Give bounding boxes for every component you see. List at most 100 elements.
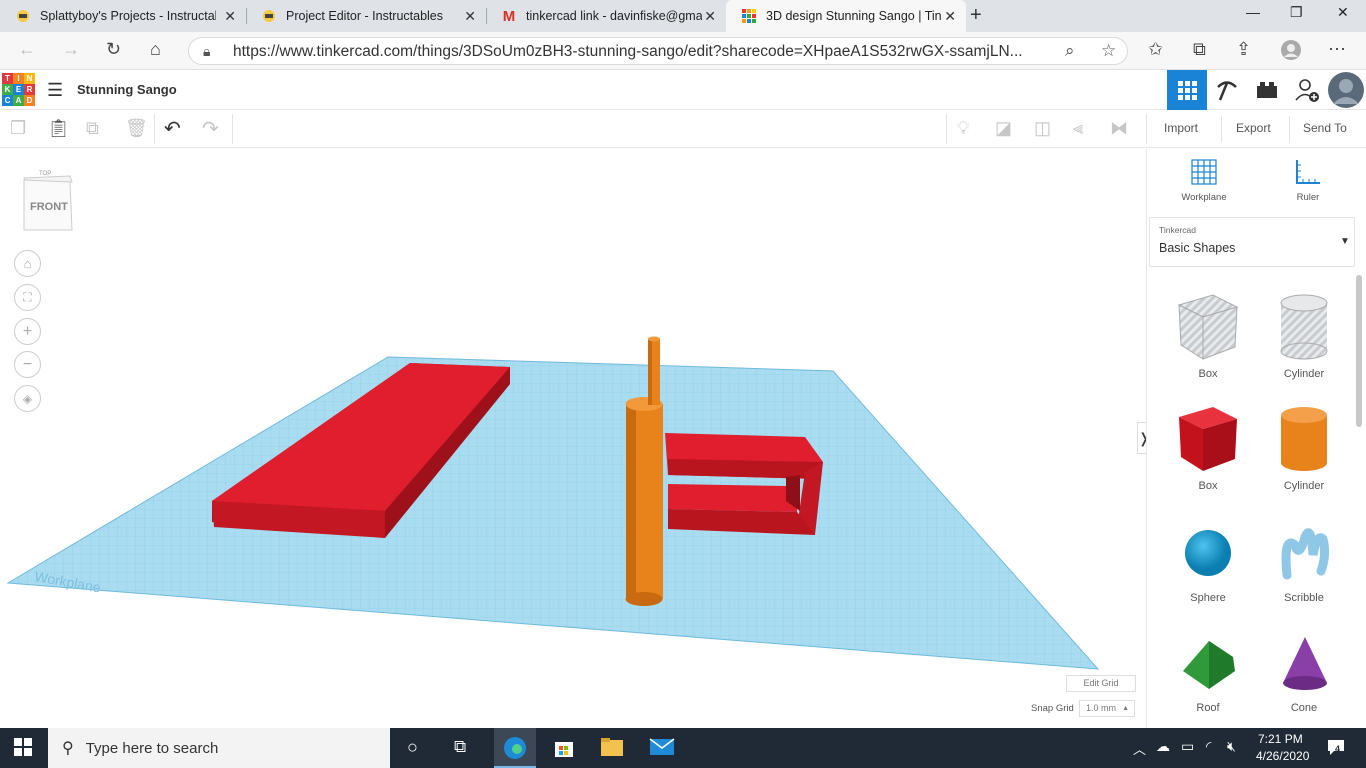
view-cube[interactable]: TOP FRONT (20, 171, 74, 232)
browser-tab[interactable]: Splattyboy's Projects - Instructab ✕ (0, 0, 246, 32)
taskbar-search-box[interactable]: ⚲ Type here to search (48, 728, 390, 768)
edit-grid-button[interactable]: Edit Grid (1066, 675, 1136, 692)
window-close-icon[interactable]: ✕ (1337, 4, 1349, 21)
caret-up-icon: ▲ (1122, 705, 1129, 712)
add-user-button[interactable] (1287, 70, 1327, 110)
favorite-star-icon[interactable]: ☆ (1101, 41, 1116, 61)
hole-shape-icon[interactable]: ◫ (1034, 118, 1051, 139)
minimize-icon[interactable]: — (1246, 4, 1260, 20)
3d-view-button[interactable] (1167, 70, 1207, 110)
mirror-icon[interactable]: ⧓ (1110, 118, 1128, 139)
tab-title: tinkercad link - davinfiske@gmai (526, 9, 702, 23)
solid-shape-icon[interactable]: ◪ (995, 118, 1012, 139)
shape-scribble[interactable]: Scribble (1259, 515, 1349, 604)
duplicate-icon[interactable]: ⧉ (86, 118, 99, 139)
browser-tab[interactable]: M tinkercad link - davinfiske@gmai ✕ (486, 0, 726, 32)
file-explorer-icon[interactable] (600, 737, 624, 762)
cortana-icon[interactable]: ○ (407, 737, 418, 758)
shape-cylinder[interactable]: Cylinder (1259, 401, 1349, 492)
shape-roof[interactable]: Roof (1163, 627, 1253, 714)
copy-icon[interactable]: ❐ (10, 118, 26, 139)
shape-sphere[interactable]: Sphere (1163, 515, 1253, 604)
edit-toolbar: ❐ 📋︎ ⧉ 🗑︎ ↶ ↷ 💡︎ ◪ ◫ ⫷ ⧓ Import Export S… (0, 110, 1366, 148)
perspective-button[interactable]: ◈ (14, 385, 41, 412)
close-tab-icon[interactable]: ✕ (464, 8, 476, 25)
zoom-in-button[interactable]: + (14, 318, 41, 345)
more-menu-icon[interactable]: ⋯ (1328, 39, 1346, 60)
shape-library-select[interactable]: Tinkercad Basic Shapes ▼ (1149, 217, 1355, 267)
view-cube-front-label: FRONT (30, 201, 68, 213)
3d-viewport[interactable]: Workplane TOP FRONT ⌂ ⛶ + − ◈ ❭ Edit Gri… (0, 149, 1146, 728)
send-to-button[interactable]: Send To (1303, 121, 1347, 135)
url-field[interactable]: 🔒︎ https://www.tinkercad.com/things/3DSo… (188, 37, 1128, 65)
fit-view-button[interactable]: ⛶ (14, 284, 41, 311)
shape-label: Roof (1196, 702, 1220, 714)
blocks-view-button[interactable] (1207, 70, 1247, 110)
close-tab-icon[interactable]: ✕ (704, 8, 716, 25)
browser-tab-active[interactable]: 3D design Stunning Sango | Tink ✕ (726, 0, 966, 32)
project-title[interactable]: Stunning Sango (77, 82, 177, 97)
redo-icon[interactable]: ↷ (202, 116, 219, 141)
project-list-icon[interactable]: ☰ (47, 80, 63, 101)
back-icon[interactable]: ← (18, 39, 36, 60)
zoom-out-button[interactable]: − (14, 351, 41, 378)
shape-label: Scribble (1284, 592, 1324, 604)
tray-chevron-up-icon[interactable]: ︿ (1133, 739, 1146, 758)
lightbulb-icon[interactable]: 💡︎ (957, 118, 970, 139)
shape-box[interactable]: Box (1163, 401, 1253, 492)
undo-icon[interactable]: ↶ (164, 116, 181, 141)
snap-grid-select[interactable]: 1.0 mm ▲ (1079, 700, 1135, 717)
restore-icon[interactable]: ❐ (1290, 4, 1303, 21)
new-tab-icon[interactable]: + (970, 4, 982, 27)
workplane-tool[interactable]: Workplane (1161, 157, 1247, 213)
battery-icon[interactable]: ▭ (1181, 738, 1194, 755)
ruler-tool[interactable]: Ruler (1265, 157, 1351, 213)
edge-taskbar-button[interactable] (494, 728, 536, 768)
fit-all-icon: ⛶ (23, 290, 32, 304)
share-icon[interactable]: ⇪ (1236, 39, 1251, 60)
panel-scrollbar[interactable] (1356, 275, 1362, 427)
bricks-view-button[interactable] (1247, 70, 1287, 110)
shape-cylinder-hole[interactable]: Cylinder (1259, 289, 1349, 380)
zoom-search-icon[interactable]: ⌕ (1065, 41, 1075, 61)
collections-icon[interactable]: ⧉ (1193, 39, 1206, 60)
shape-cone[interactable]: Cone (1259, 627, 1349, 714)
address-bar-row: ← → ↻ ⌂ 🔒︎ https://www.tinkercad.com/thi… (0, 32, 1366, 70)
delete-icon[interactable]: 🗑︎ (125, 118, 148, 139)
home-icon[interactable]: ⌂ (150, 39, 161, 60)
workplane-grid[interactable] (6, 356, 1100, 670)
logo-letter: E (13, 84, 24, 95)
browser-tab[interactable]: Project Editor - Instructables ✕ (246, 0, 486, 32)
task-view-icon[interactable]: ⧉ (454, 737, 466, 757)
notification-count: 4 (1335, 744, 1341, 754)
wifi-icon[interactable]: ◜ (1206, 738, 1211, 755)
home-view-button[interactable]: ⌂ (14, 250, 41, 277)
tinkercad-logo[interactable]: T I N K E R C A D (2, 73, 36, 107)
close-tab-icon[interactable]: ✕ (944, 8, 956, 25)
close-tab-icon[interactable]: ✕ (224, 8, 236, 25)
import-button[interactable]: Import (1164, 121, 1198, 135)
orange-rod[interactable] (648, 336, 660, 406)
paste-icon[interactable]: 📋︎ (47, 118, 70, 139)
align-icon[interactable]: ⫷ (1073, 118, 1083, 139)
shape-box-hole[interactable]: Box (1163, 289, 1253, 380)
grid-view-icon (1178, 81, 1197, 100)
store-icon[interactable] (553, 736, 575, 763)
taskbar-date[interactable]: 4/26/2020 (1256, 749, 1309, 763)
windows-start-icon[interactable] (14, 738, 32, 761)
brick-icon (1257, 82, 1277, 98)
export-button[interactable]: Export (1236, 121, 1271, 135)
forward-icon[interactable]: → (62, 39, 80, 60)
volume-muted-icon[interactable]: 🔇︎ (1227, 738, 1236, 755)
collapse-panel-button[interactable]: ❭ (1137, 422, 1146, 454)
profile-icon[interactable] (1280, 39, 1302, 66)
home-icon: ⌂ (23, 256, 32, 271)
orange-cylinder[interactable] (625, 397, 664, 606)
onedrive-cloud-icon[interactable]: ☁ (1156, 738, 1170, 755)
taskbar-time[interactable]: 7:21 PM (1258, 732, 1303, 746)
notification-center-button[interactable]: 4 (1326, 737, 1346, 757)
user-avatar[interactable] (1326, 70, 1366, 110)
mail-icon[interactable] (649, 737, 675, 762)
favorites-icon[interactable]: ✩ (1148, 39, 1163, 60)
refresh-icon[interactable]: ↻ (106, 39, 121, 60)
